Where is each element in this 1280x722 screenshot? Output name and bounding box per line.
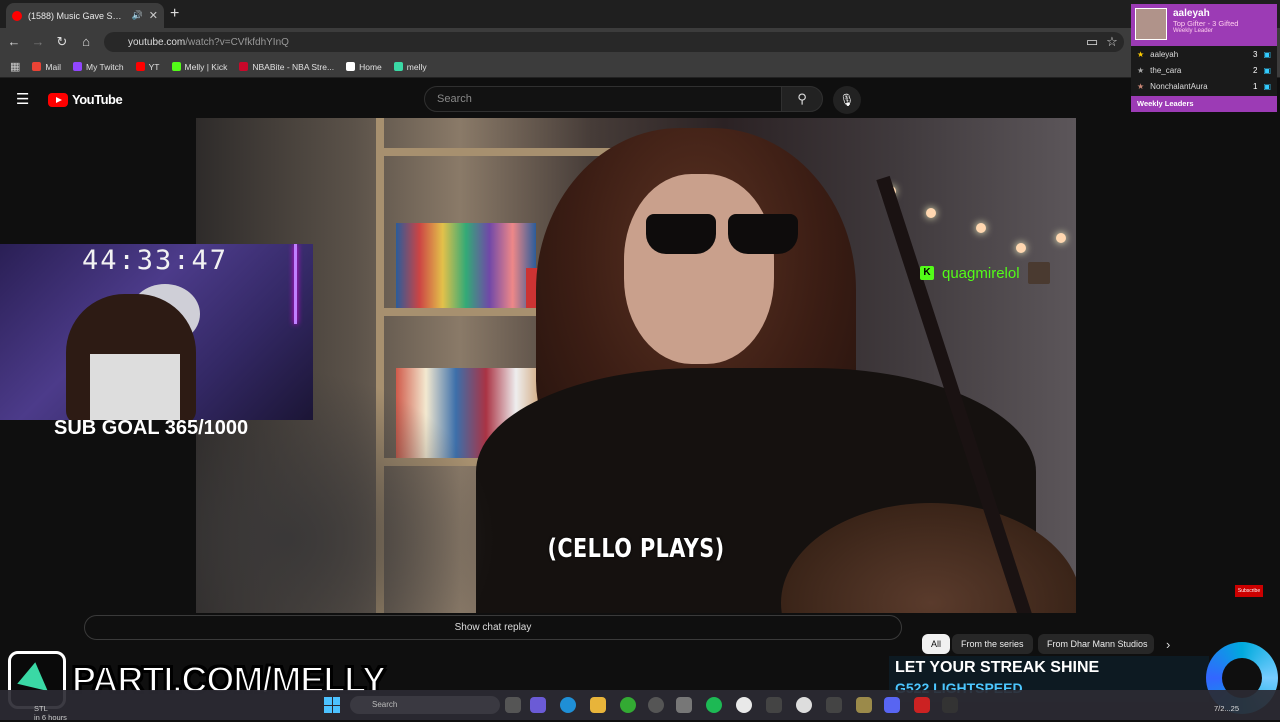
ad-headline: LET YOUR STREAK SHINE [895,659,1100,676]
home-icon[interactable]: ⌂ [78,34,94,49]
chrome-icon[interactable] [736,697,752,713]
bookmark-twitch[interactable]: My Twitch [73,62,124,72]
apps-grid-icon[interactable]: ▦ [10,60,20,73]
party-icon [393,62,403,71]
gift-icon: ▣ [1263,49,1271,59]
top-gifter-tag: Weekly Leader [1173,28,1213,34]
nba-icon [239,62,249,71]
taskbar-search[interactable]: Search [350,696,500,714]
edge-icon[interactable] [560,697,576,713]
youtube-logo[interactable]: YouTube [48,92,123,107]
weather-widget[interactable]: STL in 6 hours [34,704,67,722]
browser-tab-bar [0,0,1280,28]
kick-icon: K [920,266,934,280]
top-gifter-sub: Top Gifter - 3 Gifted [1173,19,1239,28]
gift-icon: ▣ [1263,65,1271,75]
kick-follower-alert: K quagmirelol [920,262,1050,284]
mail-icon [32,62,42,71]
bookmarks-bar: ▦ Mail My Twitch YT Melly | Kick NBABite… [0,56,1280,78]
close-tab-icon[interactable]: ✕ [149,9,158,22]
show-chat-replay-button[interactable]: Show chat replay [84,615,902,640]
voice-search-button[interactable]: 🎙 [833,86,861,114]
windows-start-icon[interactable] [324,697,340,713]
list-item: ★ NonchalantAura 1 ▣ [1137,81,1271,91]
new-tab-button[interactable]: + [170,5,179,23]
media-icon[interactable] [796,697,812,713]
youtube-favicon-icon [12,10,22,21]
kick-username: quagmirelol [942,264,1020,282]
list-item: ★ the_cara 2 ▣ [1137,65,1271,75]
file-explorer-icon[interactable] [590,697,606,713]
tab-title: (1588) Music Gave School [28,10,126,21]
cast-icon[interactable]: ▭ [1084,34,1100,50]
kick-icon [171,62,181,71]
chip-from-studio[interactable]: From Dhar Mann Studios [1038,634,1154,654]
x-icon [346,62,356,71]
twitch-icon [73,62,82,71]
stream-timer: 44:33:47 [82,245,229,276]
address-bar[interactable]: youtube.com/watch?v=CVfkfdhYInQ [104,32,1124,52]
youtube-play-icon [48,92,68,107]
browser-tab[interactable]: (1588) Music Gave School 🔊 ✕ [6,3,164,28]
bookmark-home[interactable]: Home [346,62,382,72]
speaker-icon[interactable]: 🔊 [132,10,143,21]
chevron-right-icon[interactable]: › [1166,637,1170,652]
chip-all[interactable]: All [922,634,951,654]
bookmark-mail[interactable]: Mail [32,62,61,72]
app-icon[interactable] [914,697,930,713]
avatar [1135,8,1167,40]
taskbar-clock[interactable]: 7/2...25 [1214,704,1239,713]
bookmark-star-icon[interactable]: ☆ [1104,34,1120,50]
search-button[interactable]: ⚲ [781,86,823,112]
app-icon[interactable] [766,697,782,713]
store-icon[interactable] [676,697,692,713]
star-icon: ★ [1137,49,1145,59]
url-domain: youtube.com [128,36,186,48]
avatar [1027,262,1050,284]
list-item: ★ aaleyah 3 ▣ [1137,49,1271,59]
url-path: /watch?v=CVfkfdhYInQ [185,36,289,48]
video-caption: (CELLO PLAYS) [547,534,725,564]
star-icon: ★ [1137,81,1145,91]
discord-icon[interactable] [884,697,900,713]
search-input[interactable]: Search [424,86,782,112]
app-icon[interactable] [648,697,664,713]
search-icon: ⚲ [797,91,807,106]
forward-icon[interactable]: → [30,34,46,49]
top-gifter-name: aaleyah [1173,8,1210,19]
bookmark-nbabite[interactable]: NBABite - NBA Stre... [239,62,334,72]
gift-icon: ▣ [1263,81,1271,91]
subscribe-watermark[interactable]: Subscribe [1235,585,1263,597]
youtube-icon [135,62,145,71]
top-gifter-card: aaleyah Top Gifter - 3 Gifted Weekly Lea… [1131,4,1277,46]
app-icon[interactable] [856,697,872,713]
microphone-icon: 🎙 [839,93,855,107]
sub-goal-text: SUB GOAL 365/1000 [54,417,249,439]
windows-taskbar [0,690,1280,720]
bookmark-melly[interactable]: melly [393,62,427,72]
bookmark-kick[interactable]: Melly | Kick [171,62,227,72]
obs-icon[interactable] [942,697,958,713]
back-icon[interactable]: ← [6,34,22,49]
star-icon: ★ [1137,65,1145,75]
copilot-icon[interactable] [530,697,546,713]
spotify-icon[interactable] [706,697,722,713]
chip-from-series[interactable]: From the series [952,634,1033,654]
leaders-list: ★ aaleyah 3 ▣ ★ the_cara 2 ▣ ★ NonchalantAura 1 ▣ [1131,46,1277,96]
bookmark-yt[interactable]: YT [135,62,160,72]
menu-icon[interactable]: ☰ [16,90,29,108]
xbox-icon[interactable] [620,697,636,713]
app-icon[interactable] [826,697,842,713]
leaders-footer: Weekly Leaders [1131,96,1277,112]
reload-icon[interactable]: ↻ [54,34,70,50]
task-view-icon[interactable] [505,697,521,713]
